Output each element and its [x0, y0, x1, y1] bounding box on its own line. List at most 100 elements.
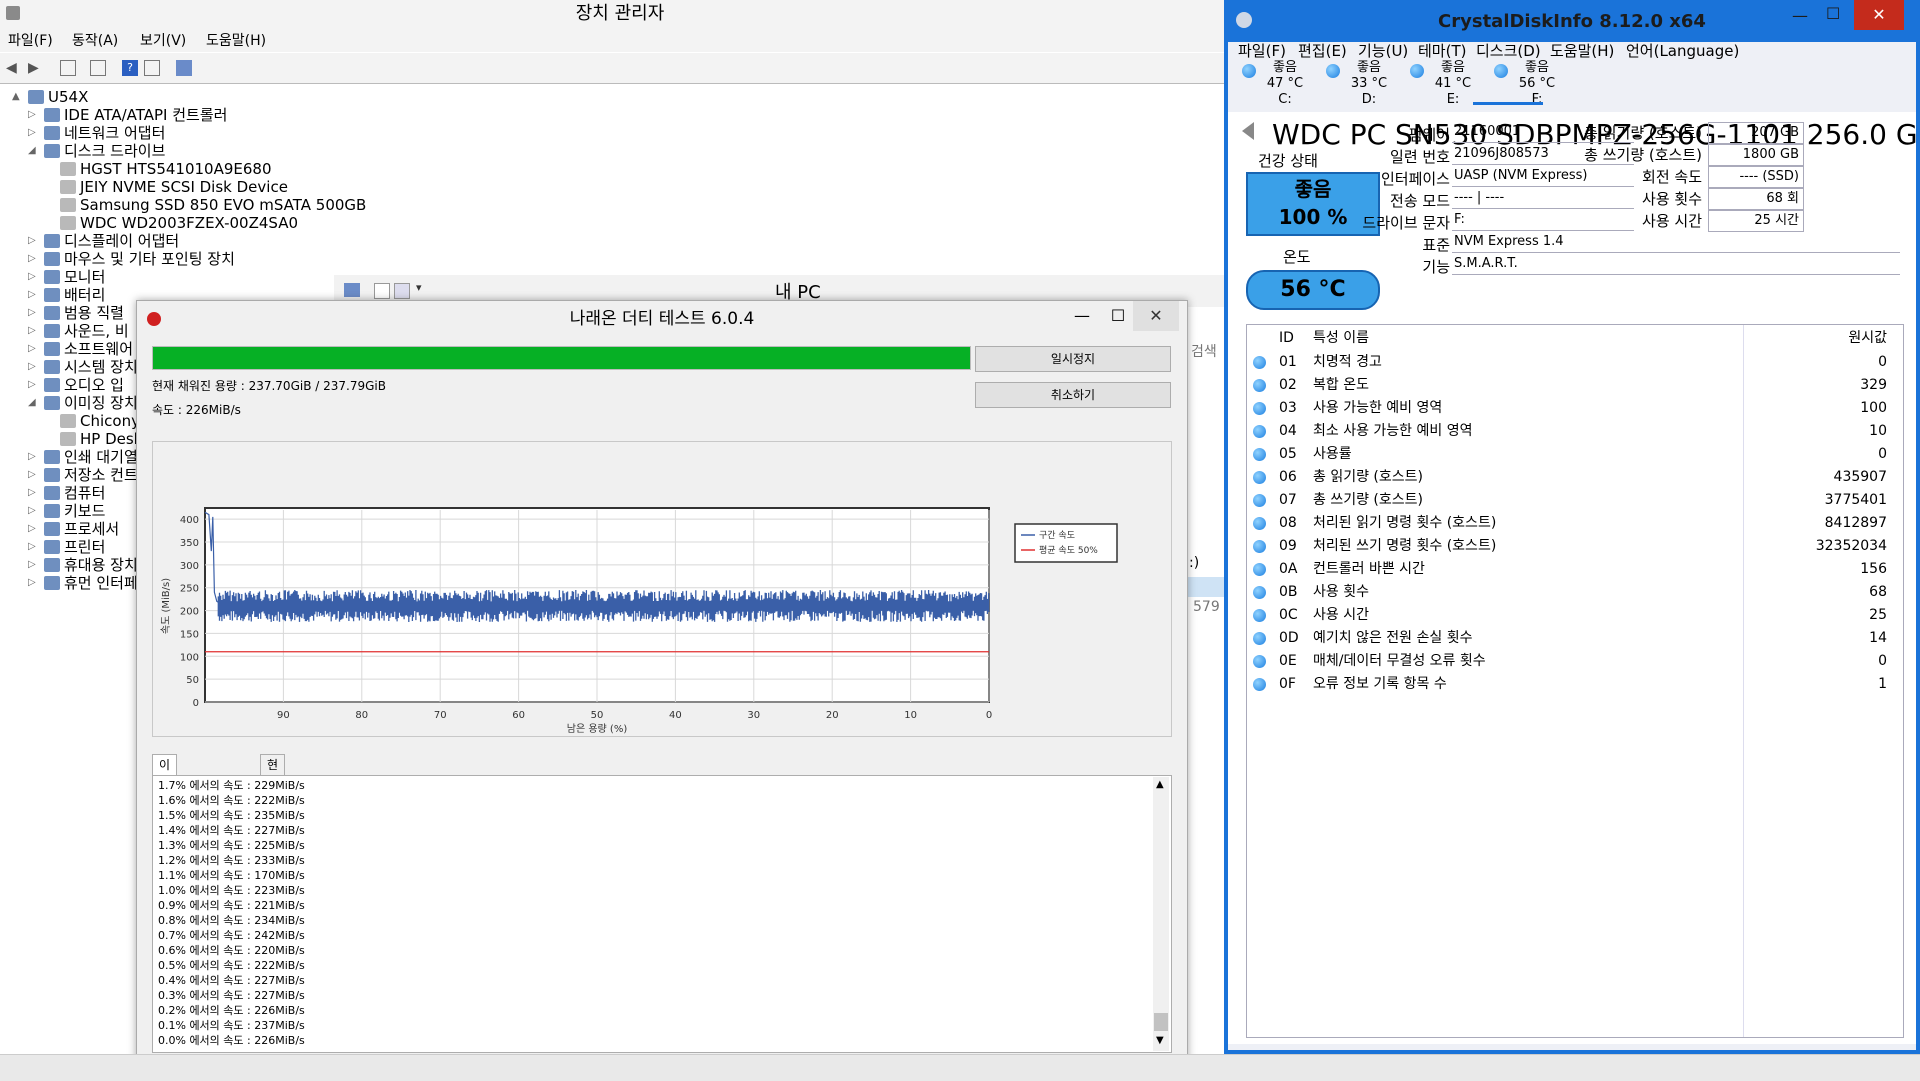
cancel-button[interactable]: 취소하기 [975, 382, 1171, 408]
device-icon [60, 432, 76, 446]
smart-row[interactable]: 06 총 읽기량 (호스트) 435907 [1247, 466, 1903, 489]
smart-row[interactable]: 02 복합 온도 329 [1247, 374, 1903, 397]
smart-header-id[interactable]: ID [1279, 327, 1294, 350]
speed-log-line: 1.6% 에서의 속도 : 222MiB/s [158, 794, 305, 807]
smart-row[interactable]: 0F 오류 정보 기록 항목 수 1 [1247, 673, 1903, 696]
quick-access-properties-icon[interactable] [374, 283, 390, 299]
drive-letter-label: 드라이브 문자 [1362, 214, 1450, 232]
speed-log-line: 0.0% 에서의 속도 : 226MiB/s [158, 1034, 305, 1047]
smart-row[interactable]: 09 처리된 쓰기 명령 횟수 (호스트) 32352034 [1247, 535, 1903, 558]
view-icon[interactable] [144, 60, 160, 76]
x-axis-label: 남은 용량 (%) [567, 723, 628, 735]
menu-help[interactable]: 도움말(H) [206, 30, 266, 52]
cdi-menu-theme[interactable]: 테마(T) [1418, 40, 1466, 61]
x-tick-label: 50 [591, 710, 604, 721]
cdi-menu-language[interactable]: 언어(Language) [1626, 40, 1739, 61]
drive-tab[interactable]: 좋음 56 °C F: [1502, 60, 1572, 108]
log-scrollbar[interactable]: ▲ ▼ [1153, 777, 1169, 1051]
quick-access-dropdown-icon[interactable]: ▾ [416, 281, 422, 294]
health-percent-text: 100 % [1278, 205, 1348, 229]
drive-letter-value: F: [1452, 210, 1634, 231]
health-status-box[interactable]: 좋음 100 % [1246, 172, 1380, 236]
smart-raw: 0 [1878, 653, 1887, 669]
close-button[interactable]: ✕ [1133, 301, 1179, 331]
total-reads-value: 207 GB [1708, 122, 1804, 144]
standard-value: NVM Express 1.4 [1452, 232, 1900, 253]
smart-row[interactable]: 05 사용률 0 [1247, 443, 1903, 466]
my-pc-search-fragment[interactable]: 검색 [1191, 341, 1217, 361]
scroll-up-icon[interactable]: ▲ [1156, 779, 1164, 790]
speed-log-list: 1.7% 에서의 속도 : 229MiB/s 1.6% 에서의 속도 : 222M… [152, 775, 1172, 1053]
back-arrow-icon[interactable]: ◀ [6, 60, 22, 76]
speed-log-line: 0.6% 에서의 속도 : 220MiB/s [158, 944, 305, 957]
smart-row[interactable]: 07 총 쓰기량 (호스트) 3775401 [1247, 489, 1903, 512]
legend-label-average: 평균 속도 50% [1039, 545, 1098, 556]
cdi-menu-help[interactable]: 도움말(H) [1550, 40, 1614, 61]
smart-id: 04 [1279, 423, 1297, 439]
smart-row[interactable]: 01 치명적 경고 0 [1247, 351, 1903, 374]
cdi-menu-function[interactable]: 기능(U) [1358, 40, 1408, 61]
smart-name: 복합 온도 [1313, 377, 1369, 393]
drive-tab[interactable]: 좋음 47 °C C: [1250, 60, 1320, 108]
collapse-arrow-icon[interactable]: ▲ [12, 86, 24, 108]
speed-text: 속도 : 226MiB/s [152, 403, 241, 417]
properties-icon[interactable] [90, 60, 106, 76]
smart-name: 컨트롤러 바쁜 시간 [1313, 561, 1425, 577]
cdi-minimize-button[interactable]: — [1792, 6, 1808, 25]
smart-header-raw[interactable]: 원시값 [1848, 327, 1887, 350]
cdi-menu-file[interactable]: 파일(F) [1238, 40, 1286, 61]
expand-arrow-icon[interactable]: ▷ [28, 572, 40, 594]
smart-raw: 1 [1878, 676, 1887, 692]
menu-file[interactable]: 파일(F) [8, 30, 53, 52]
y-tick-label: 200 [180, 607, 199, 618]
speed-log-line: 0.5% 에서의 속도 : 222MiB/s [158, 959, 305, 972]
speed-log-line: 1.0% 에서의 속도 : 223MiB/s [158, 884, 305, 897]
cdi-menu-disk[interactable]: 디스크(D) [1476, 40, 1541, 61]
y-axis-label: 속도 (MiB/s) [160, 578, 172, 634]
help-icon[interactable]: ? [122, 60, 138, 76]
scroll-down-icon[interactable]: ▼ [1156, 1035, 1164, 1046]
smart-raw: 100 [1860, 400, 1887, 416]
scroll-thumb[interactable] [1154, 1013, 1168, 1031]
pause-button[interactable]: 일시정지 [975, 346, 1171, 372]
drive-tab[interactable]: 좋음 41 °C E: [1418, 60, 1488, 108]
smart-status-icon [1253, 609, 1266, 622]
menu-action[interactable]: 동작(A) [72, 30, 118, 52]
smart-raw: 0 [1878, 354, 1887, 370]
smart-row[interactable]: 0C 사용 시간 25 [1247, 604, 1903, 627]
collapse-arrow-icon[interactable]: ◢ [28, 140, 40, 162]
smart-row[interactable]: 0D 예기치 않은 전원 손실 횟수 14 [1247, 627, 1903, 650]
cdi-menu-edit[interactable]: 편집(E) [1298, 40, 1347, 61]
previous-disk-icon[interactable] [1242, 122, 1254, 140]
smart-status-icon [1253, 632, 1266, 645]
device-category-icon [44, 504, 60, 518]
smart-header-name[interactable]: 특성 이름 [1313, 327, 1369, 350]
menu-view[interactable]: 보기(V) [140, 30, 186, 52]
device-category-icon [44, 468, 60, 482]
smart-row[interactable]: 03 사용 가능한 예비 영역 100 [1247, 397, 1903, 420]
dirty-test-window: 나래온 더티 테스트 6.0.4 — ☐ ✕ 일시정지 취소하기 현재 채워진 … [136, 300, 1188, 1078]
quick-access-newfolder-icon[interactable] [394, 283, 410, 299]
drive-tab[interactable]: 좋음 33 °C D: [1334, 60, 1404, 108]
show-hide-tree-icon[interactable] [60, 60, 76, 76]
smart-row[interactable]: 0A 컨트롤러 바쁜 시간 156 [1247, 558, 1903, 581]
smart-row[interactable]: 0B 사용 횟수 68 [1247, 581, 1903, 604]
scan-hardware-icon[interactable] [176, 60, 192, 76]
speed-log-line: 0.3% 에서의 속도 : 227MiB/s [158, 989, 305, 1002]
power-on-count-value: 68 회 [1708, 188, 1804, 210]
cdi-maximize-button[interactable]: ☐ [1826, 4, 1840, 23]
smart-row[interactable]: 04 최소 사용 가능한 예비 영역 10 [1247, 420, 1903, 443]
drive-tab-status: 좋음 [1525, 60, 1549, 75]
tree-item-label: 휴먼 인터페 [64, 574, 138, 592]
device-category-icon [44, 576, 60, 590]
tab-previous-and-current[interactable]: 이전 + 현재 회차 [152, 754, 178, 892]
temperature-box[interactable]: 56 °C [1246, 270, 1380, 310]
collapse-arrow-icon[interactable]: ◢ [28, 392, 40, 414]
tab-current[interactable]: 현재 회차 [260, 754, 286, 832]
smart-name: 오류 정보 기록 항목 수 [1313, 676, 1447, 692]
smart-row[interactable]: 0E 매체/데이터 무결성 오류 횟수 0 [1247, 650, 1903, 673]
forward-arrow-icon[interactable]: ▶ [28, 60, 44, 76]
cdi-close-button[interactable]: ✕ [1854, 0, 1904, 30]
device-category-icon [44, 270, 60, 284]
smart-row[interactable]: 08 처리된 읽기 명령 횟수 (호스트) 8412897 [1247, 512, 1903, 535]
